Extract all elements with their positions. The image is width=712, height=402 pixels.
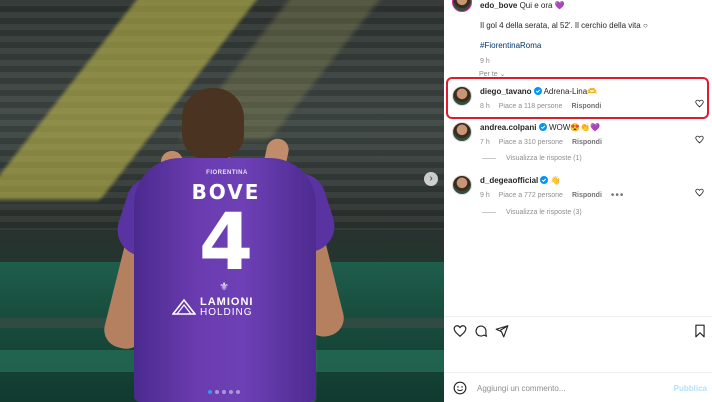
comment-composer: Pubblica [453, 380, 707, 396]
chevron-right-icon[interactable]: › [424, 172, 438, 186]
reply-button[interactable]: Rispondi [572, 137, 602, 148]
carousel-dot [236, 390, 240, 394]
heart-icon[interactable] [695, 188, 704, 197]
fleur-de-lis-icon: ⚜ [219, 281, 229, 293]
jersey-sponsor: LAMIONI HOLDING [172, 296, 282, 318]
view-replies-label: Visualizza le risposte (3) [506, 209, 582, 216]
player-head [182, 88, 244, 160]
verified-icon [540, 176, 549, 184]
comment-username[interactable]: andrea.colpani [480, 123, 536, 132]
action-bar [453, 324, 707, 340]
bookmark-icon[interactable] [693, 324, 707, 338]
comment-time: 7 h [480, 139, 490, 146]
author-username[interactable]: edo_bove [480, 1, 517, 10]
avatar[interactable] [452, 122, 472, 142]
carousel-dot [208, 390, 212, 394]
comment-text: 👋 [550, 176, 561, 185]
reply-button[interactable]: Rispondi [572, 190, 602, 201]
comment-item: d_degeaofficial 👋 9 h Piace a 772 person… [452, 175, 708, 201]
comment-icon[interactable] [474, 324, 488, 338]
post-time: 9 h [480, 58, 490, 65]
caption-text: edo_bove Qui e ora 💜 Il gol 4 della sera… [480, 0, 648, 67]
carousel-dot [229, 390, 233, 394]
view-replies-button[interactable]: Visualizza le risposte (1) [482, 155, 582, 162]
divider [444, 316, 712, 317]
comment-likes[interactable]: Piace a 310 persone [499, 137, 563, 148]
view-replies-button[interactable]: Visualizza le risposte (3) [482, 209, 582, 216]
heart-icon[interactable] [453, 324, 467, 338]
carousel-dots [208, 390, 240, 394]
comment-username[interactable]: d_degeaofficial [480, 176, 538, 185]
carousel-dot [222, 390, 226, 394]
avatar[interactable] [452, 175, 472, 195]
purple-heart-icon: 💜 [554, 1, 565, 10]
more-options-icon[interactable]: ••• [611, 190, 625, 201]
post-media[interactable]: FIORENTINA BOVE 4 ⚜ LAMIONI HOLDING › [0, 0, 444, 402]
view-replies-label: Visualizza le risposte (1) [506, 155, 582, 162]
publish-button[interactable]: Pubblica [674, 384, 707, 393]
carousel-dot [215, 390, 219, 394]
share-icon[interactable] [495, 324, 509, 338]
comment-text: WOW😍👏💜 [548, 123, 601, 132]
player-figure: FIORENTINA BOVE 4 ⚜ LAMIONI HOLDING [100, 80, 348, 402]
emoji-icon[interactable] [453, 381, 467, 395]
replies-line [482, 158, 496, 159]
replies-line [482, 212, 496, 213]
divider [444, 372, 712, 373]
sponsor-logo-icon [172, 298, 196, 315]
comment-input[interactable] [477, 383, 664, 393]
post-caption: edo_bove Qui e ora 💜 Il gol 4 della sera… [452, 0, 648, 67]
jersey-collar-text: FIORENTINA [206, 170, 248, 176]
comment-time: 9 h [480, 192, 490, 199]
comment-item: andrea.colpani WOW😍👏💜 7 h Piace a 310 pe… [452, 122, 708, 148]
hashtag-link[interactable]: #FiorentinaRoma [480, 40, 648, 51]
jersey-number: 4 [198, 198, 254, 288]
avatar[interactable] [452, 0, 472, 12]
highlighted-comment-frame [446, 77, 709, 119]
caption-line: Il gol 4 della serata, al 52'. Il cerchi… [480, 21, 648, 30]
comment-likes[interactable]: Piace a 772 persone [499, 190, 563, 201]
verified-icon [538, 123, 547, 131]
heart-icon[interactable] [695, 135, 704, 144]
comments-panel: edo_bove Qui e ora 💜 Il gol 4 della sera… [444, 0, 712, 402]
caption-head: Qui e ora [519, 1, 553, 10]
